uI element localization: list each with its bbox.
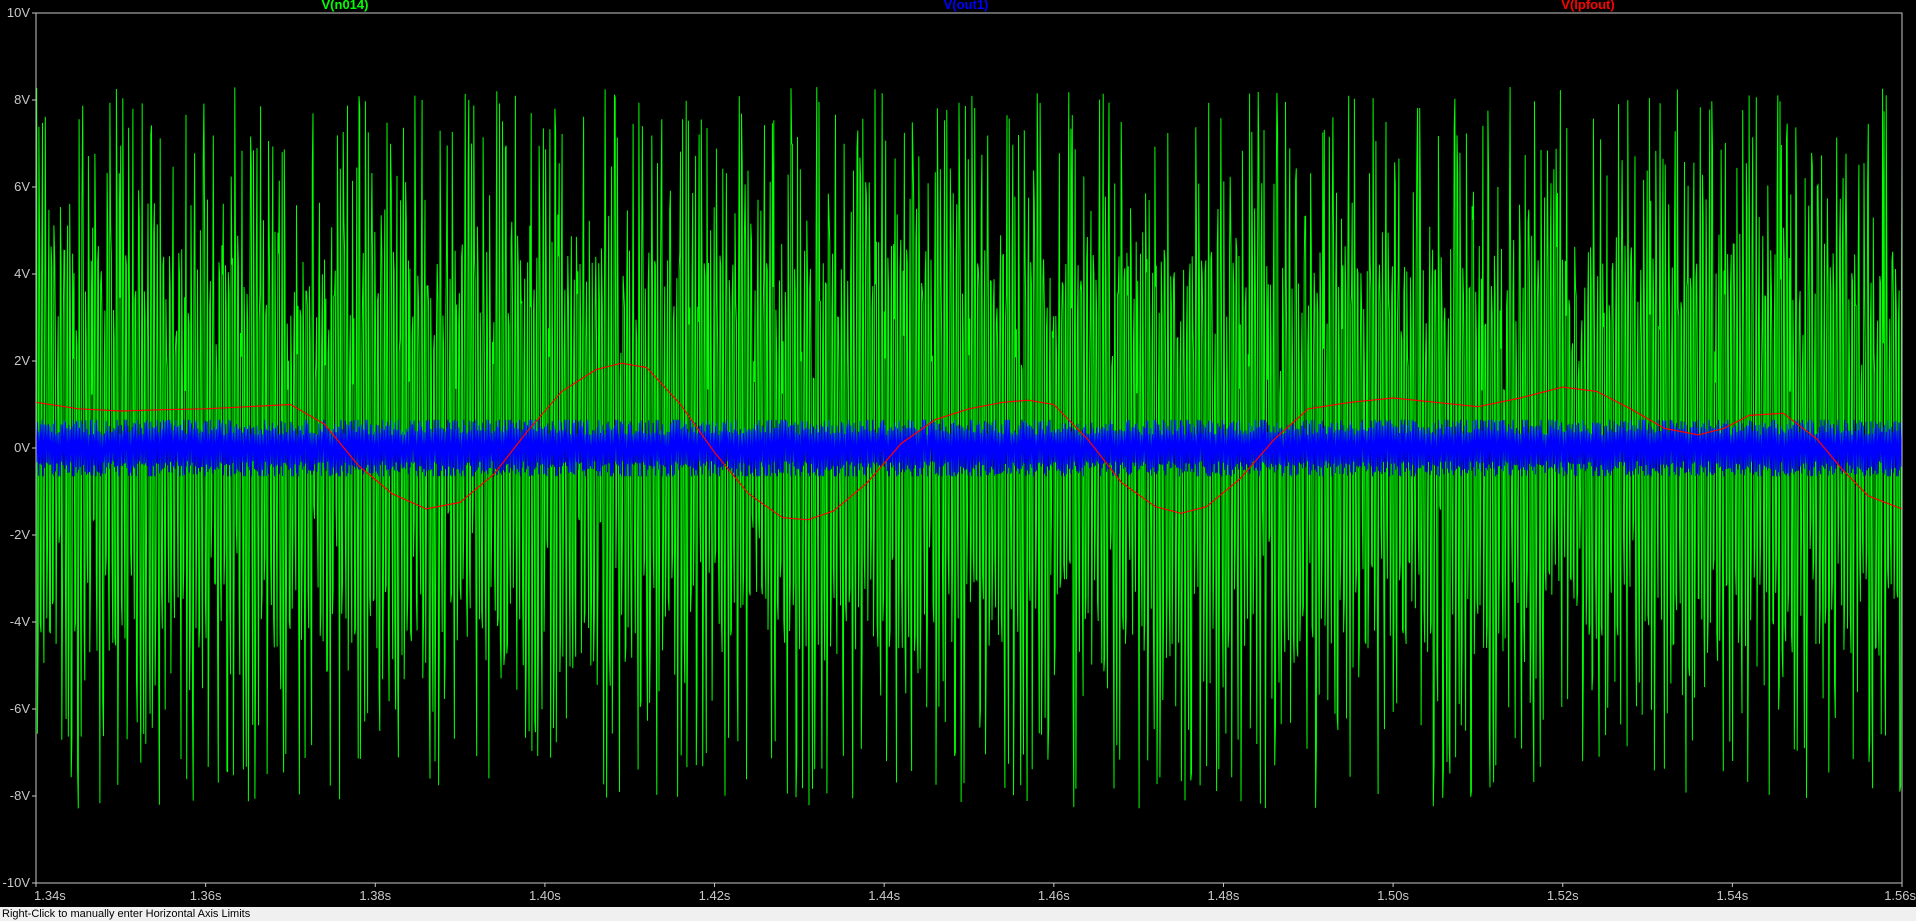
- legend-layer[interactable]: V(n014) V(out1) V(lpfout): [322, 0, 1615, 12]
- trace-layer: [35, 86, 1903, 809]
- x-tick-label: 1.34s: [34, 888, 66, 903]
- x-tick-label: 1.48s: [1208, 888, 1240, 903]
- y-tick-label: 10V: [7, 5, 30, 20]
- y-tick-label: -4V: [10, 614, 31, 629]
- x-tick-label: 1.40s: [529, 888, 561, 903]
- y-tick-label: 6V: [14, 179, 30, 194]
- x-tick-label: 1.46s: [1038, 888, 1070, 903]
- legend-vn014[interactable]: V(n014): [322, 0, 369, 12]
- x-tick-label: 1.50s: [1377, 888, 1409, 903]
- y-tick-label: -10V: [3, 875, 31, 890]
- x-tick-label: 1.42s: [699, 888, 731, 903]
- y-tick-label: -8V: [10, 788, 31, 803]
- y-tick-label: 0V: [14, 440, 30, 455]
- x-tick-label: 1.38s: [359, 888, 391, 903]
- legend-vout1[interactable]: V(out1): [944, 0, 989, 12]
- y-tick-label: 8V: [14, 92, 30, 107]
- legend-vlpfout[interactable]: V(lpfout): [1561, 0, 1614, 12]
- trace-vout1: [35, 419, 1903, 477]
- x-tick-label: 1.54s: [1716, 888, 1748, 903]
- x-tick-label: 1.44s: [868, 888, 900, 903]
- x-tick-label: 1.36s: [190, 888, 222, 903]
- y-tick-label: 2V: [14, 353, 30, 368]
- y-tick-label: 4V: [14, 266, 30, 281]
- y-tick-label: -6V: [10, 701, 31, 716]
- status-bar: Right-Click to manually enter Horizontal…: [0, 907, 1916, 921]
- waveform-chart[interactable]: 10V 8V 6V 4V 2V 0V -2V -4V -6V -8V -10V1.34s 1.36s 1…: [0, 0, 1916, 907]
- status-bar-text: Right-Click to manually enter Horizontal…: [2, 908, 251, 920]
- x-tick-label: 1.56s: [1884, 888, 1916, 903]
- y-tick-label: -2V: [10, 527, 31, 542]
- x-tick-label: 1.52s: [1547, 888, 1579, 903]
- waveform-plot-pane[interactable]: 10V 8V 6V 4V 2V 0V -2V -4V -6V -8V -10V 1.34s 1.36s 1…: [0, 0, 1916, 907]
